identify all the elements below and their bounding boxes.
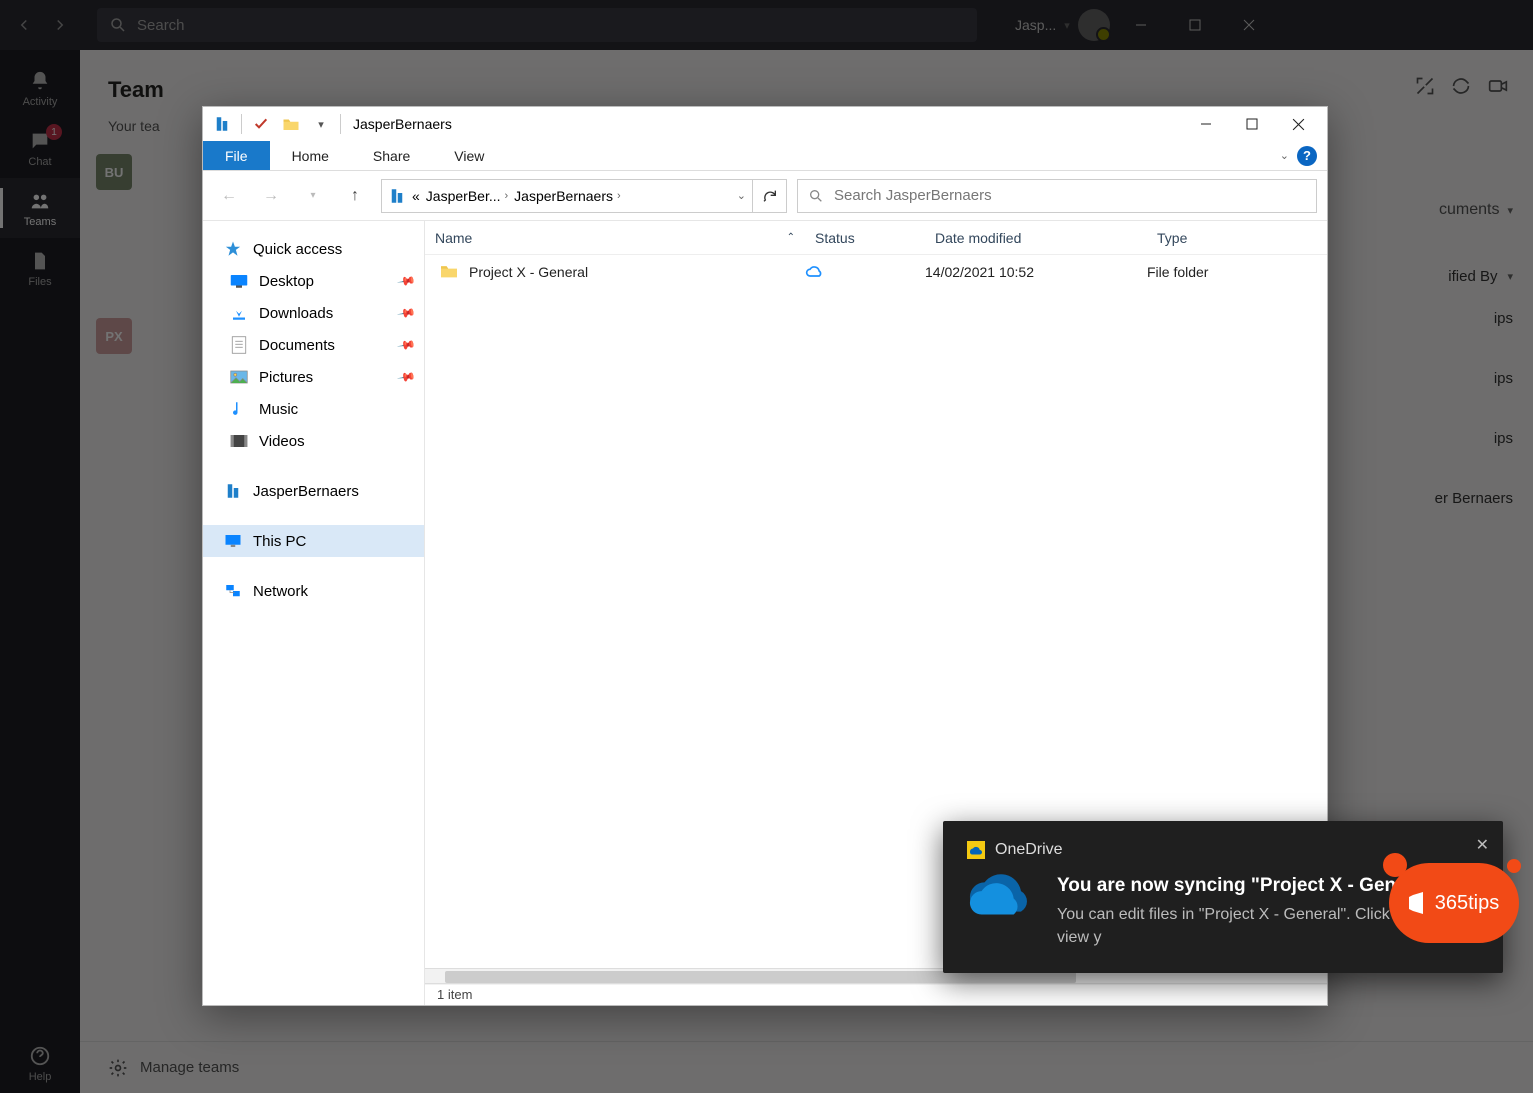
explorer-window-title: JasperBernaers: [353, 116, 1179, 132]
breadcrumb-history-dropdown[interactable]: ⌄: [737, 189, 746, 202]
properties-button[interactable]: [248, 111, 274, 137]
tips-bubble[interactable]: 365tips: [1389, 863, 1519, 943]
list-header: Name⌃ Status Date modified Type: [425, 221, 1327, 255]
pictures-icon: [229, 367, 249, 387]
pin-icon: 📌: [396, 271, 416, 291]
nav-quick-access[interactable]: Quick access: [203, 233, 424, 265]
explorer-titlebar[interactable]: ▾ JasperBernaers: [203, 107, 1327, 141]
explorer-maximize-button[interactable]: [1229, 107, 1275, 141]
folder-icon: [439, 263, 459, 281]
desktop-icon: [229, 271, 249, 291]
column-status[interactable]: Status: [805, 230, 925, 246]
nav-documents[interactable]: Documents📌: [203, 329, 424, 361]
music-icon: [229, 399, 249, 419]
onedrive-small-icon: [967, 841, 985, 859]
explorer-close-button[interactable]: [1275, 107, 1321, 141]
search-icon: [808, 188, 824, 204]
explorer-status-bar: 1 item: [425, 983, 1327, 1005]
ribbon-tab-home[interactable]: Home: [270, 141, 351, 170]
ribbon-collapse-button[interactable]: ⌄: [1280, 149, 1289, 162]
ribbon-tab-share[interactable]: Share: [351, 141, 432, 170]
pin-icon: 📌: [396, 367, 416, 387]
nav-videos[interactable]: Videos: [203, 425, 424, 457]
explorer-search-input[interactable]: Search JasperBernaers: [797, 179, 1317, 213]
sort-indicator-icon: ⌃: [787, 232, 795, 243]
computer-icon: [223, 531, 243, 551]
network-icon: [223, 581, 243, 601]
explorer-minimize-button[interactable]: [1183, 107, 1229, 141]
office-icon: [1409, 892, 1429, 914]
breadcrumb-segment[interactable]: JasperBernaers ›: [514, 188, 621, 204]
explorer-recent-dropdown[interactable]: ▾: [297, 180, 329, 212]
building-icon: [388, 187, 406, 205]
building-icon: [209, 111, 235, 137]
pin-icon: 📌: [396, 335, 416, 355]
nav-downloads[interactable]: Downloads📌: [203, 297, 424, 329]
star-icon: [223, 239, 243, 259]
ribbon-tab-file[interactable]: File: [203, 141, 270, 170]
folder-icon: [278, 111, 304, 137]
explorer-breadcrumb[interactable]: « JasperBer... › JasperBernaers › ⌄: [381, 179, 753, 213]
ribbon-tab-view[interactable]: View: [432, 141, 506, 170]
explorer-address-bar: ← → ▾ ↑ « JasperBer... › JasperBernaers …: [203, 171, 1327, 221]
nav-desktop[interactable]: Desktop📌: [203, 265, 424, 297]
nav-music[interactable]: Music: [203, 393, 424, 425]
building-icon: [223, 481, 243, 501]
nav-pictures[interactable]: Pictures📌: [203, 361, 424, 393]
nav-this-pc[interactable]: This PC: [203, 525, 424, 557]
explorer-refresh-button[interactable]: [753, 179, 787, 213]
qat-dropdown[interactable]: ▾: [308, 111, 334, 137]
pin-icon: 📌: [396, 303, 416, 323]
breadcrumb-segment[interactable]: JasperBer... ›: [426, 188, 508, 204]
explorer-up-button[interactable]: ↑: [339, 180, 371, 212]
column-date[interactable]: Date modified: [925, 230, 1147, 246]
column-name[interactable]: Name⌃: [425, 230, 805, 246]
explorer-back-button[interactable]: ←: [213, 180, 245, 212]
toast-close-button[interactable]: ✕: [1476, 835, 1489, 855]
column-type[interactable]: Type: [1147, 230, 1327, 246]
explorer-forward-button[interactable]: →: [255, 180, 287, 212]
download-icon: [229, 303, 249, 323]
cloud-status-icon: [805, 264, 925, 281]
explorer-ribbon: File Home Share View ⌄ ?: [203, 141, 1327, 171]
nav-jasper-sharepoint[interactable]: JasperBernaers: [203, 475, 424, 507]
nav-network[interactable]: Network: [203, 575, 424, 607]
videos-icon: [229, 431, 249, 451]
help-button[interactable]: ?: [1297, 146, 1317, 166]
toast-app-name: OneDrive: [995, 841, 1063, 859]
explorer-nav-pane: Quick access Desktop📌 Downloads📌 Documen…: [203, 221, 425, 1005]
onedrive-cloud-icon: [967, 873, 1037, 926]
documents-icon: [229, 335, 249, 355]
table-row[interactable]: Project X - General 14/02/2021 10:52 Fil…: [425, 255, 1327, 289]
